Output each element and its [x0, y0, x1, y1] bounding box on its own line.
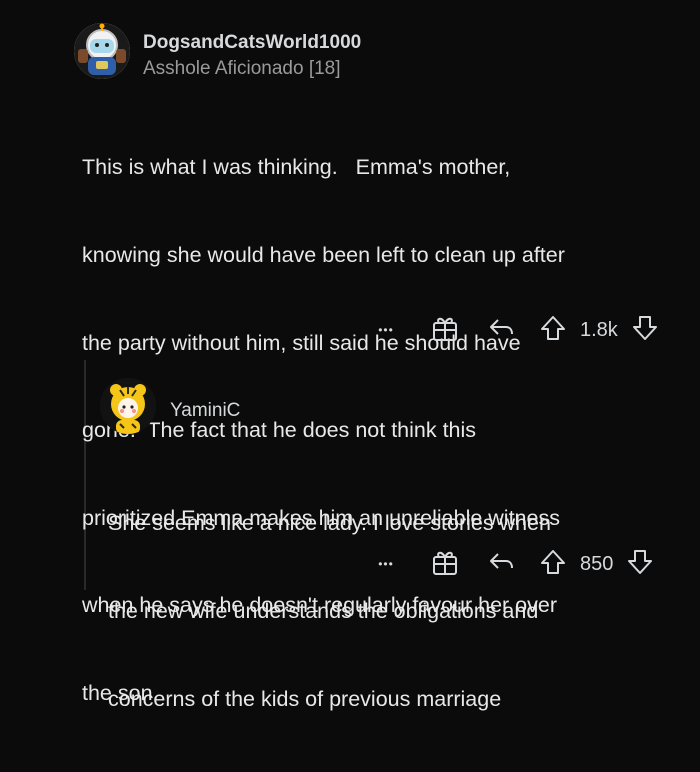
comment-body-line: the new wife understands the obligations…: [108, 599, 539, 624]
reply-icon[interactable]: [488, 550, 514, 579]
upvote-icon[interactable]: [540, 549, 566, 580]
comment-body-line: She seems like a nice lady. I love stori…: [108, 511, 551, 536]
award-icon[interactable]: [432, 548, 458, 581]
reply-comment: YaminiC She seems like a nice lady. I lo…: [0, 360, 700, 711]
avatar[interactable]: [100, 378, 156, 434]
reply-icon[interactable]: [488, 316, 514, 345]
tiger-costume-avatar-icon: [100, 378, 156, 434]
downvote-icon[interactable]: [632, 315, 658, 346]
more-options-button[interactable]: •••: [366, 323, 406, 337]
comment-actions: ••• 1.8k: [366, 314, 658, 346]
vote-count: 1.8k: [580, 318, 618, 341]
vote-count: 850: [580, 552, 614, 575]
user-flair: Asshole Aficionado [18]: [143, 58, 341, 79]
comment-body-line: knowing she would have been left to clea…: [82, 243, 565, 268]
avatar[interactable]: [74, 23, 130, 79]
upvote-icon[interactable]: [540, 315, 566, 346]
comment-body-line: This is what I was thinking. Emma's moth…: [82, 155, 511, 180]
astronaut-avatar-icon: [74, 23, 130, 79]
comment-actions: ••• 850: [366, 548, 653, 580]
comment-body: She seems like a nice lady. I love stori…: [108, 451, 551, 772]
comment: DogsandCatsWorld1000 Asshole Aficionado …: [0, 0, 700, 705]
username[interactable]: YaminiC: [170, 400, 240, 422]
comment-body-line: concerns of the kids of previous marriag…: [108, 686, 502, 711]
more-options-button[interactable]: •••: [366, 557, 406, 571]
downvote-icon[interactable]: [627, 549, 653, 580]
username[interactable]: DogsandCatsWorld1000: [143, 32, 361, 54]
award-icon[interactable]: [432, 314, 458, 347]
